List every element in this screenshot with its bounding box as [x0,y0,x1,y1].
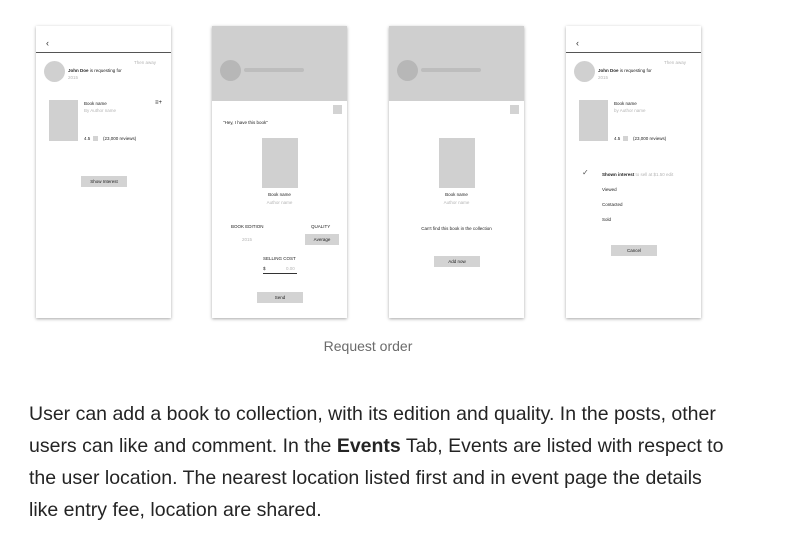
status-shown-interest: Shown interest to sell at $1.50 edit [602,172,674,177]
requester-name: John Doe [598,68,619,73]
requester-line: John Doe is requesting for [68,68,122,74]
status-viewed: Viewed [602,187,617,192]
reviews-count: (23,000 reviews) [633,136,667,141]
cost-input[interactable]: 0.00 [286,266,295,272]
book-author: by Author name [614,108,646,113]
avatar [44,61,65,82]
check-icon: ✓ [582,168,589,177]
rating-value: 4.5 [84,136,91,141]
mockup-have-book-screen: "Hey, I have this book" Book name Author… [212,26,347,318]
book-cover [49,100,78,141]
header-divider [566,52,701,53]
requester-line: John Doe is requesting for [598,68,652,74]
book-author: By Author name [84,108,117,113]
back-icon[interactable]: ‹ [576,38,579,48]
star-icon [93,136,98,141]
dimmed-background [389,26,524,101]
book-author: Author name [266,200,293,205]
show-interest-button[interactable]: Show Interest [81,176,127,187]
mockup-request-screen: ‹ Then away John Doe is requesting for 2… [36,26,171,318]
reviews-count: (23,000 reviews) [103,136,137,141]
add-to-list-icon[interactable]: ≡+ [155,100,162,107]
book-name: Book name [84,101,107,106]
requester-sub: 2015 [68,75,79,80]
mockup-status-screen: ‹ Then away John Doe is requesting for 2… [566,26,701,318]
requester-name: John Doe [68,68,89,73]
requester-text: is requesting for [618,68,652,73]
add-now-button[interactable]: Add now [434,256,480,267]
back-icon[interactable]: ‹ [46,38,49,48]
close-icon[interactable] [333,105,342,114]
cost-label: SELLING COST [263,256,296,261]
time-label: Then away [134,60,157,65]
cost-underline [263,273,297,274]
events-emphasis: Events [336,435,401,457]
header-divider [36,52,171,53]
quality-label: QUALITY [311,224,331,229]
book-cover [262,138,298,188]
status-contacted: Contacted [602,202,623,207]
status-sold: Sold [602,217,612,222]
time-label: Then away [664,60,687,65]
rating-value: 4.5 [614,136,621,141]
requester-sub: 2015 [598,75,609,80]
not-found-message: Can't find this book in the collection [421,226,492,231]
avatar [574,61,595,82]
book-author: Author name [443,200,470,205]
requester-text: is requesting for [88,68,122,73]
book-name: Book name [614,101,637,106]
dimmed-background [212,26,347,101]
book-cover [439,138,475,188]
edition-value[interactable]: 2015 [242,237,252,243]
book-cover [579,100,608,141]
figure-caption: Request order [323,338,413,354]
close-icon[interactable] [510,105,519,114]
book-name: Book name [445,192,468,197]
body-paragraph: User can add a book to collection, with … [29,403,724,521]
mockup-not-found-screen: Book name Author name Can't find this bo… [389,26,524,318]
book-name: Book name [268,192,291,197]
quote-text: "Hey, I have this book" [223,120,268,125]
currency-symbol: $ [263,266,266,271]
edition-label: BOOK EDITION [231,224,264,229]
star-icon [623,136,628,141]
cancel-button[interactable]: Cancel [611,245,657,256]
quality-select[interactable]: Average [305,234,339,245]
send-button[interactable]: Send [257,292,303,303]
